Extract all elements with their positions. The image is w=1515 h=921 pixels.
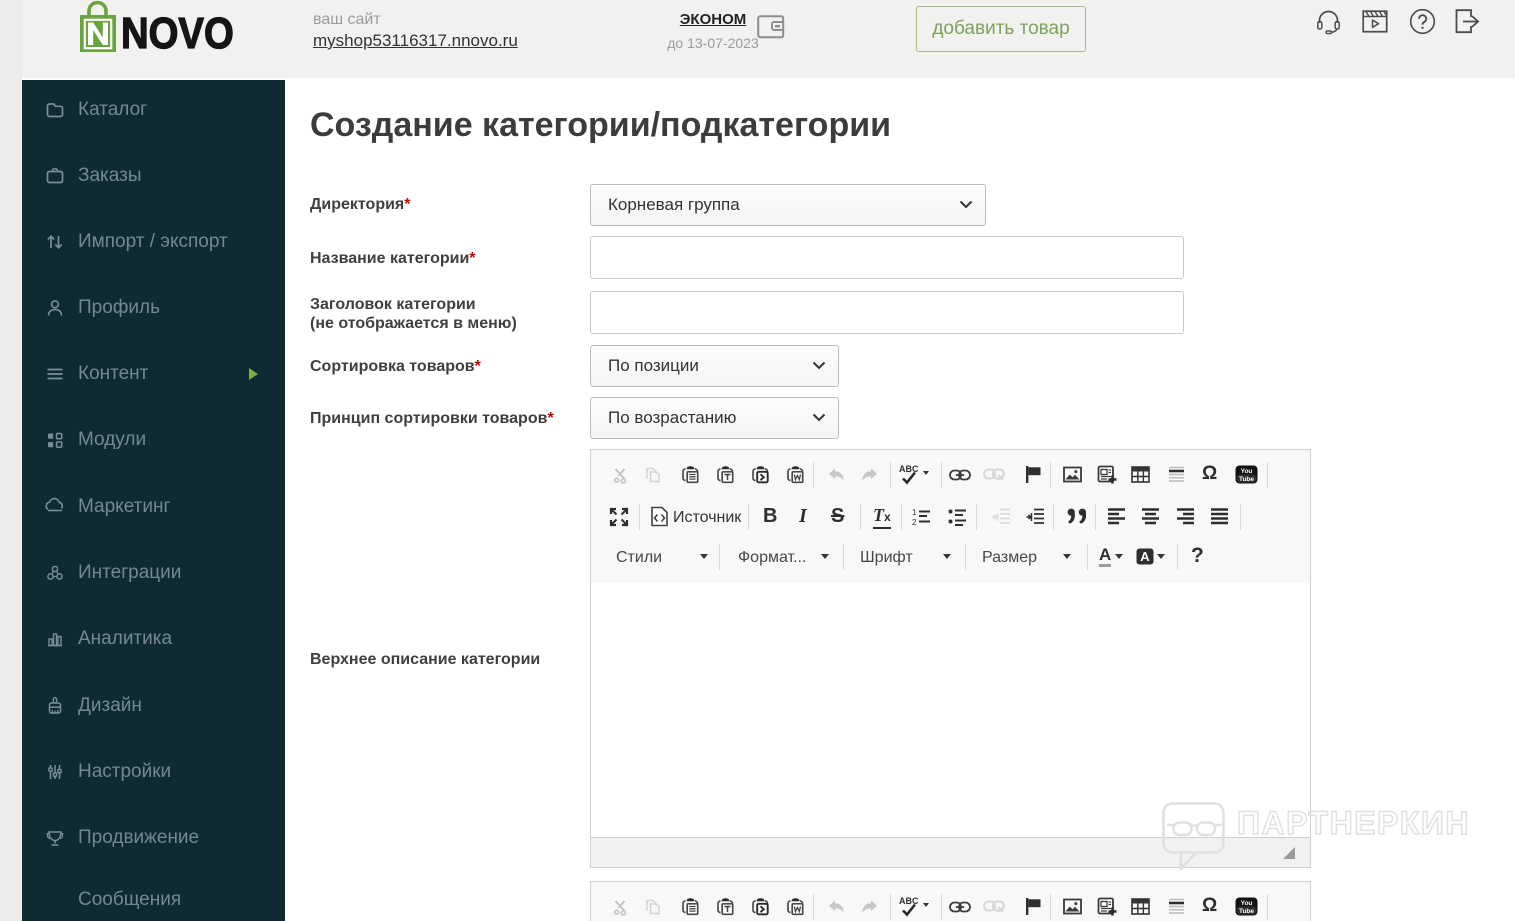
- svg-text:You: You: [1241, 900, 1253, 907]
- svg-text:Tube: Tube: [1239, 908, 1254, 915]
- svg-text:Tube: Tube: [1239, 476, 1254, 483]
- svg-text:2: 2: [912, 518, 917, 527]
- svg-text:A: A: [1140, 549, 1150, 564]
- svg-text:You: You: [1241, 468, 1253, 475]
- svg-text:1: 1: [912, 508, 917, 517]
